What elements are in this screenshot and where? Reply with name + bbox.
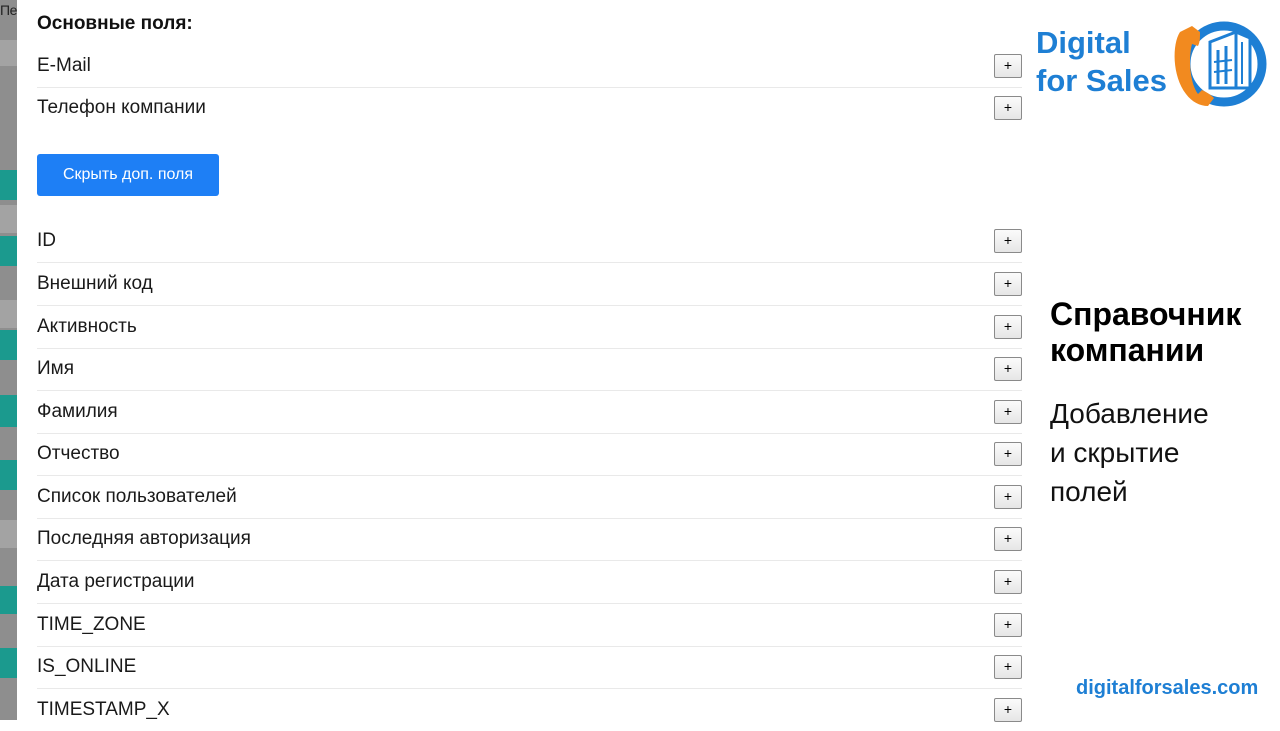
field-row-company-phone: Телефон компании + xyxy=(37,87,1022,129)
field-label: Последняя авторизация xyxy=(37,528,251,549)
heading-line-2: компании xyxy=(1050,332,1205,368)
field-label: Список пользователей xyxy=(37,486,237,507)
field-label: ID xyxy=(37,230,56,251)
field-row: Дата регистрации + xyxy=(37,561,1022,604)
field-row: IS_ONLINE + xyxy=(37,646,1022,689)
add-field-button[interactable]: + xyxy=(994,315,1022,339)
add-field-button[interactable]: + xyxy=(994,485,1022,509)
field-label: Активность xyxy=(37,316,137,337)
add-field-button[interactable]: + xyxy=(994,698,1022,722)
brand-logo-text: Digital for Sales xyxy=(1036,24,1167,100)
field-settings-panel: Основные поля: E-Mail + Телефон компании… xyxy=(17,0,1030,722)
field-row: Фамилия + xyxy=(37,391,1022,434)
field-row-email: E-Mail + xyxy=(37,45,1022,88)
add-field-button[interactable]: + xyxy=(994,272,1022,296)
field-row: Имя + xyxy=(37,348,1022,391)
field-row: Последняя авторизация + xyxy=(37,518,1022,561)
add-field-button[interactable]: + xyxy=(994,96,1022,120)
field-label: TIMESTAMP_X xyxy=(37,699,170,720)
section-title: Основные поля: xyxy=(37,13,193,34)
field-row: ID + xyxy=(37,220,1022,263)
add-field-button[interactable]: + xyxy=(994,613,1022,637)
add-field-button[interactable]: + xyxy=(994,570,1022,594)
field-label: Телефон компании xyxy=(37,97,206,118)
field-label: IS_ONLINE xyxy=(37,656,137,677)
subheading-line-3: полей xyxy=(1050,476,1128,507)
add-field-button[interactable]: + xyxy=(994,54,1022,78)
add-field-button[interactable]: + xyxy=(994,400,1022,424)
field-label: Отчество xyxy=(37,443,120,464)
field-row: Список пользователей + xyxy=(37,476,1022,519)
subheading-line-2: и скрытие xyxy=(1050,437,1180,468)
page-heading: Справочник компании xyxy=(1050,296,1241,368)
field-label: TIME_ZONE xyxy=(37,614,146,635)
brand-line-1: Digital xyxy=(1036,25,1131,60)
add-field-button[interactable]: + xyxy=(994,655,1022,679)
brand-logo-icon xyxy=(1174,21,1267,107)
subheading-line-1: Добавление xyxy=(1050,398,1209,429)
page-subheading: Добавление и скрытие полей xyxy=(1050,394,1209,511)
field-row: Внешний код + xyxy=(37,263,1022,306)
add-field-button[interactable]: + xyxy=(994,357,1022,381)
field-row: TIME_ZONE + xyxy=(37,604,1022,647)
add-field-button[interactable]: + xyxy=(994,229,1022,253)
add-field-button[interactable]: + xyxy=(994,527,1022,551)
field-label: Дата регистрации xyxy=(37,571,195,592)
website-link[interactable]: digitalforsales.com xyxy=(1076,677,1258,700)
add-field-button[interactable]: + xyxy=(994,442,1022,466)
field-row: Активность + xyxy=(37,306,1022,349)
field-label: Фамилия xyxy=(37,401,118,422)
field-label: Внешний код xyxy=(37,273,153,294)
brand-line-2: for Sales xyxy=(1036,63,1167,98)
heading-line-1: Справочник xyxy=(1050,296,1242,332)
field-row: Отчество + xyxy=(37,433,1022,476)
field-row: TIMESTAMP_X + xyxy=(37,689,1022,731)
background-page-text: Пе xyxy=(0,2,17,18)
field-label: Имя xyxy=(37,358,75,379)
background-page-strip: Пе xyxy=(0,0,17,720)
field-label: E-Mail xyxy=(37,55,91,76)
hide-extra-fields-button[interactable]: Скрыть доп. поля xyxy=(37,154,219,196)
